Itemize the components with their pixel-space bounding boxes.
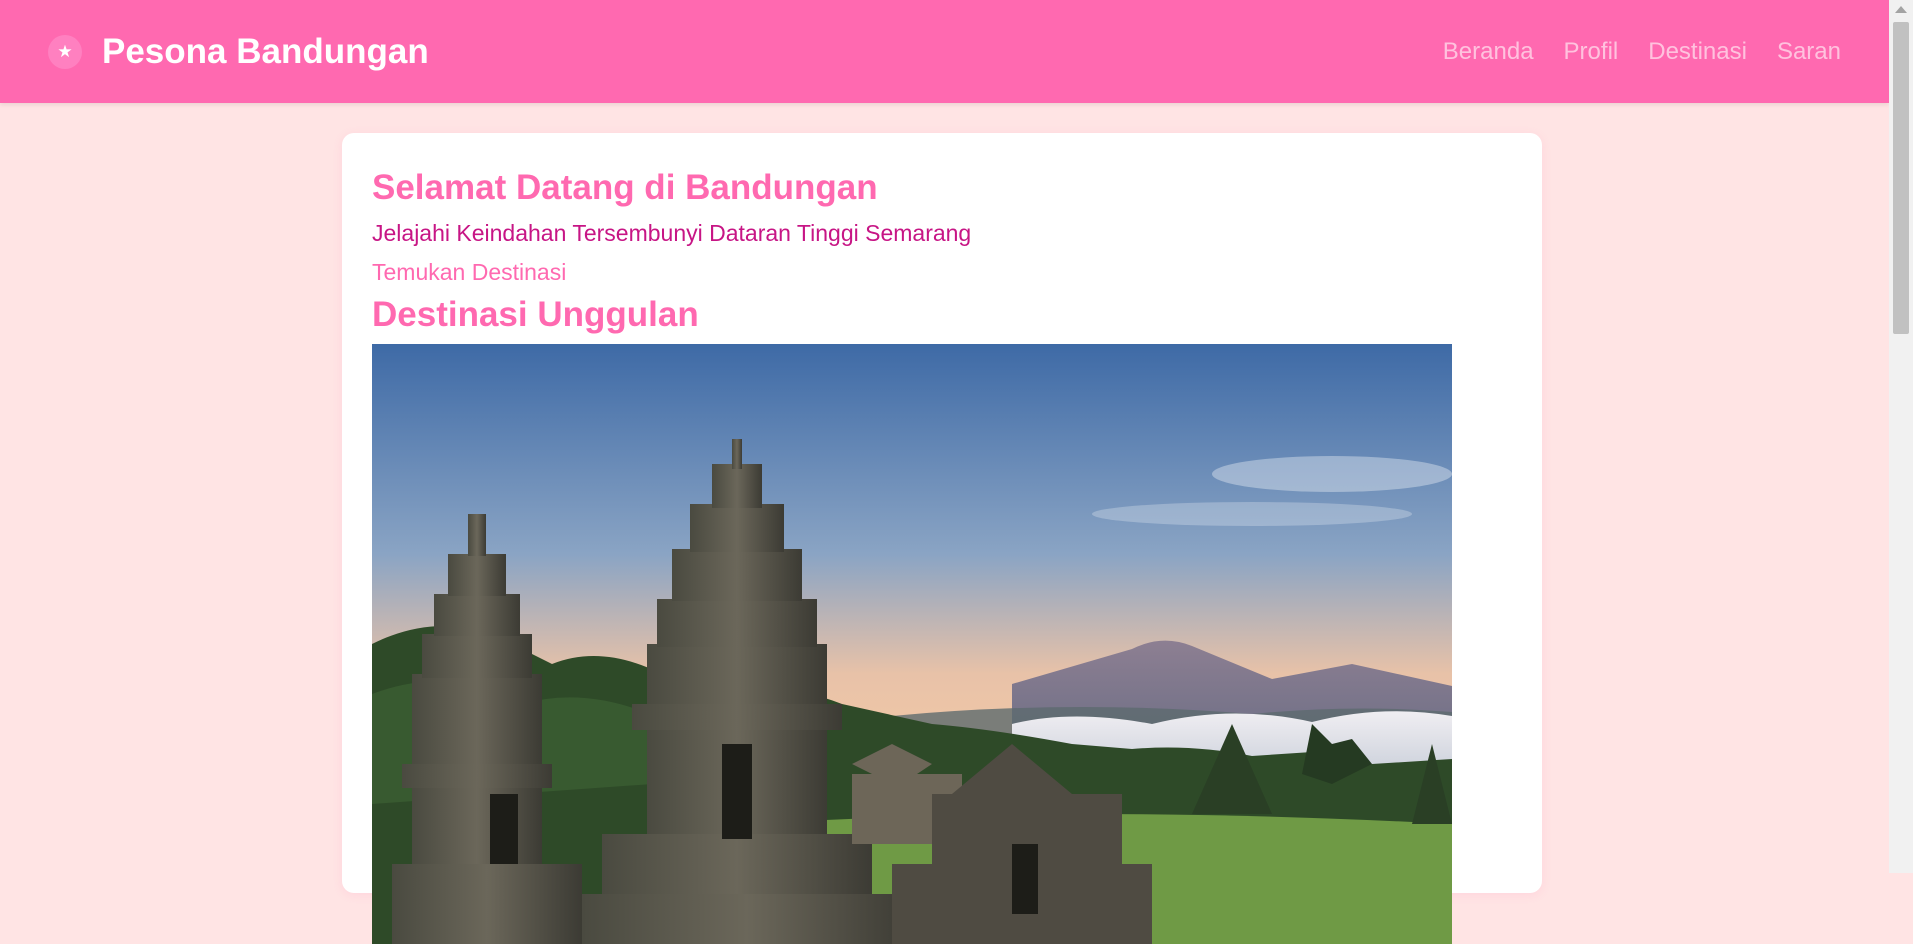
scrollbar-thumb[interactable] (1893, 22, 1909, 334)
site-brand[interactable]: Pesona Bandungan (102, 32, 429, 72)
nav-link-saran[interactable]: Saran (1777, 38, 1841, 66)
top-navbar: ★ Pesona Bandungan Beranda Profil Destin… (0, 0, 1889, 103)
nav-link-destinasi[interactable]: Destinasi (1648, 38, 1747, 66)
nav-link-profil[interactable]: Profil (1564, 38, 1619, 66)
scroll-up-arrow-icon[interactable] (1895, 6, 1907, 13)
featured-section-title: Destinasi Unggulan (372, 294, 699, 334)
vertical-scrollbar[interactable] (1889, 0, 1913, 873)
nav-link-beranda[interactable]: Beranda (1443, 38, 1534, 66)
content-card: Selamat Datang di Bandungan Jelajahi Kei… (342, 133, 1542, 944)
star-logo-icon: ★ (48, 34, 82, 69)
featured-destination-photo (372, 344, 1452, 944)
main-nav: Beranda Profil Destinasi Saran (1443, 38, 1841, 66)
discover-destinations-link[interactable]: Temukan Destinasi (372, 259, 566, 286)
hero-subtitle: Jelajahi Keindahan Tersembunyi Dataran T… (372, 219, 972, 246)
hero-title: Selamat Datang di Bandungan (372, 168, 878, 207)
